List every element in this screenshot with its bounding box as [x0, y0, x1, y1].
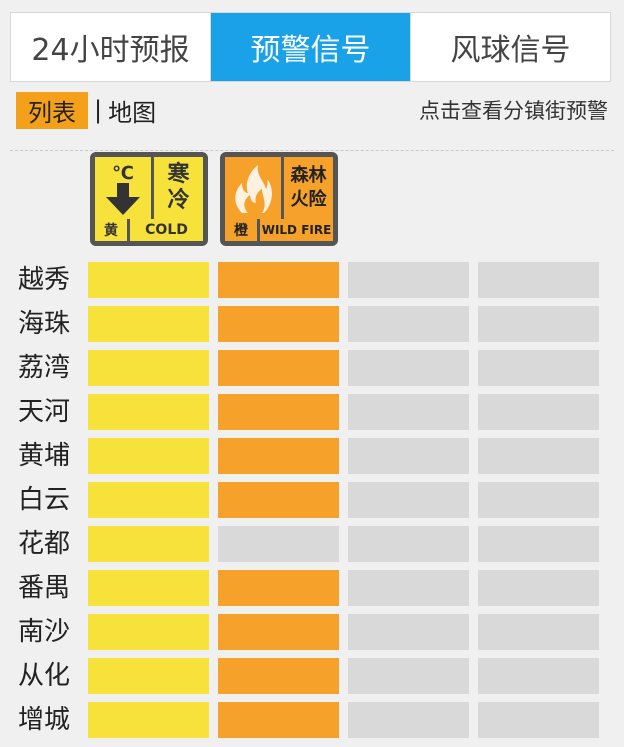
district-name: 海珠 — [18, 309, 71, 339]
warning-cell-none — [478, 658, 599, 694]
district-name: 增城 — [18, 705, 71, 735]
fire-icon — [225, 157, 281, 219]
district-row[interactable]: 天河 — [0, 394, 624, 430]
warning-cell-none — [348, 262, 469, 298]
warning-cell-yellow — [88, 350, 209, 386]
thermometer-arrow-icon: ℃ — [95, 157, 151, 219]
warning-cell-orange — [218, 614, 339, 650]
celsius-symbol: ℃ — [112, 163, 134, 184]
district-row[interactable]: 荔湾 — [0, 350, 624, 386]
town-warning-link[interactable]: 点击查看分镇街预警 — [419, 95, 608, 125]
warning-cell-orange — [218, 306, 339, 342]
view-separator: | — [94, 96, 103, 124]
warning-cell-none — [348, 614, 469, 650]
warning-cell-orange — [218, 394, 339, 430]
district-row[interactable]: 海珠 — [0, 306, 624, 342]
warning-cell-none — [348, 482, 469, 518]
warning-cell-yellow — [88, 614, 209, 650]
warning-cell-none — [348, 702, 469, 738]
district-row[interactable]: 白云 — [0, 482, 624, 518]
district-row[interactable]: 黄埔 — [0, 438, 624, 474]
view-toggle-bar: 列表 | 地图 点击查看分镇街预警 — [16, 91, 608, 129]
district-name: 荔湾 — [18, 353, 71, 383]
district-name: 天河 — [18, 397, 71, 427]
tab-typhoon-signals[interactable]: 风球信号 — [411, 13, 610, 81]
warning-cell-none — [478, 702, 599, 738]
warning-cell-none — [478, 526, 599, 562]
warning-cell-orange — [218, 702, 339, 738]
district-name: 越秀 — [18, 265, 71, 295]
warning-page: 24小时预报 预警信号 风球信号 列表 | 地图 点击查看分镇街预警 ℃ 寒 冷 — [0, 0, 624, 747]
warning-cell-none — [478, 482, 599, 518]
fire-level: 橙 — [225, 219, 257, 241]
tab-bar: 24小时预报 预警信号 风球信号 — [10, 12, 611, 82]
warning-cell-none — [218, 526, 339, 562]
warning-cell-none — [478, 570, 599, 606]
district-row[interactable]: 越秀 — [0, 262, 624, 298]
warning-cell-yellow — [88, 658, 209, 694]
district-row[interactable]: 从化 — [0, 658, 624, 694]
district-row[interactable]: 花都 — [0, 526, 624, 562]
district-name: 南沙 — [18, 617, 71, 647]
cold-title-line1: 寒 — [167, 162, 190, 187]
cold-warning-icon[interactable]: ℃ 寒 冷 黄 COLD — [90, 152, 208, 246]
district-name: 从化 — [18, 661, 71, 691]
warning-cell-none — [478, 350, 599, 386]
cold-english: COLD — [130, 219, 203, 241]
cold-title-line2: 冷 — [167, 188, 190, 213]
list-view-button[interactable]: 列表 — [16, 91, 88, 129]
warning-cell-yellow — [88, 306, 209, 342]
warning-cell-orange — [218, 570, 339, 606]
warning-cell-none — [478, 394, 599, 430]
warning-cell-none — [348, 350, 469, 386]
warning-cell-yellow — [88, 526, 209, 562]
warning-cell-none — [348, 438, 469, 474]
district-row[interactable]: 增城 — [0, 702, 624, 738]
fire-title-line2: 火险 — [290, 189, 327, 210]
fire-english: WILD FIRE — [260, 219, 333, 241]
map-view-button[interactable]: 地图 — [108, 93, 156, 128]
warning-cell-none — [348, 306, 469, 342]
warning-cell-none — [348, 526, 469, 562]
warning-cell-orange — [218, 262, 339, 298]
warning-cell-yellow — [88, 702, 209, 738]
tab-warning-signals[interactable]: 预警信号 — [211, 13, 411, 81]
district-name: 番禺 — [18, 573, 71, 603]
divider — [10, 150, 614, 151]
warning-cell-yellow — [88, 482, 209, 518]
cold-level: 黄 — [95, 219, 127, 241]
district-name: 花都 — [18, 529, 71, 559]
wildfire-warning-icon[interactable]: 森林 火险 橙 WILD FIRE — [220, 152, 338, 246]
warning-cell-yellow — [88, 570, 209, 606]
warning-cell-none — [348, 570, 469, 606]
warning-cell-yellow — [88, 394, 209, 430]
fire-title-line1: 森林 — [290, 165, 327, 186]
warning-cell-none — [478, 262, 599, 298]
warning-cell-orange — [218, 482, 339, 518]
warning-cell-none — [478, 438, 599, 474]
district-row[interactable]: 南沙 — [0, 614, 624, 650]
warning-cell-none — [348, 394, 469, 430]
warning-cell-orange — [218, 658, 339, 694]
district-name: 白云 — [18, 485, 71, 515]
warning-cell-none — [478, 614, 599, 650]
tab-24h-forecast[interactable]: 24小时预报 — [11, 13, 211, 81]
district-row[interactable]: 番禺 — [0, 570, 624, 606]
warning-cell-yellow — [88, 262, 209, 298]
warning-cell-none — [348, 658, 469, 694]
warning-cell-yellow — [88, 438, 209, 474]
district-name: 黄埔 — [18, 441, 71, 471]
warning-cell-none — [478, 306, 599, 342]
warning-cell-orange — [218, 438, 339, 474]
warning-cell-orange — [218, 350, 339, 386]
